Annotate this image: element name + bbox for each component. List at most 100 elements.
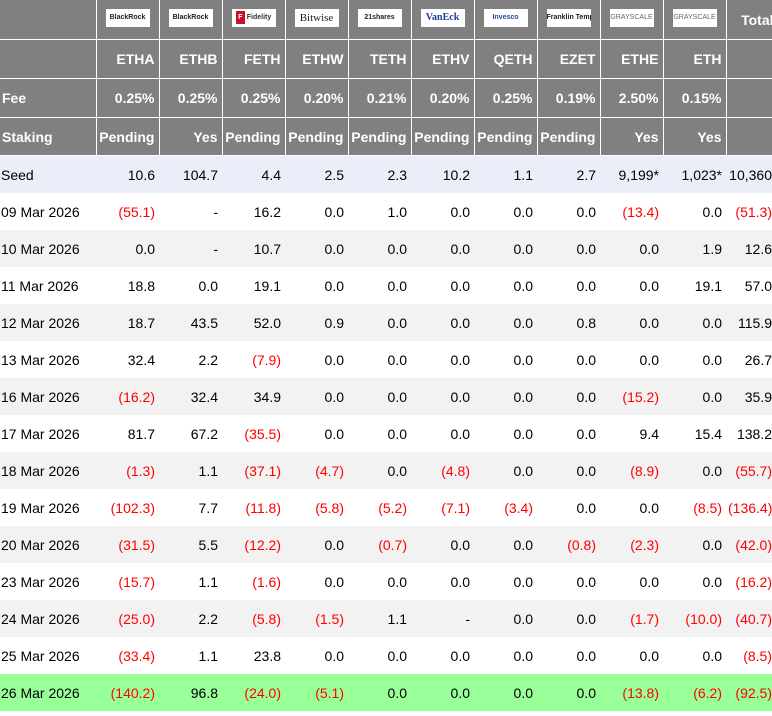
- flow-cell: 19.1: [222, 267, 285, 304]
- table-row: 16 Mar 2026 (16.2) 32.4 34.9 0.0 0.0 0.0 0.0 0.0…: [0, 378, 772, 415]
- flow-cell: 19.1: [663, 267, 726, 304]
- flow-cell: 0.0: [600, 563, 663, 600]
- flow-cell: 15.4: [663, 415, 726, 452]
- row-label: 24 Mar 2026: [0, 600, 96, 637]
- flow-cell: (55.1): [96, 193, 159, 230]
- flow-cell: (7.9): [222, 341, 285, 378]
- flow-cell: 0.0: [285, 378, 348, 415]
- flow-cell: 0.0: [348, 267, 411, 304]
- fee-value: 0.15%: [662, 78, 727, 118]
- flow-cell: (0.8): [537, 526, 600, 563]
- fee-value: 0.21%: [347, 78, 412, 118]
- flow-cell: 0.0: [474, 600, 537, 637]
- ticker-row: ETHA ETHB FETH ETHW TETH ETHV QETH EZET ETHE ETH: [0, 39, 772, 79]
- flow-cell: 0.0: [474, 415, 537, 452]
- flow-cell: 2.3: [348, 155, 411, 193]
- ticker-header: ETHV: [410, 39, 475, 79]
- flow-cell: (24.0): [222, 674, 285, 711]
- issuer-logo: VanEck: [420, 9, 465, 27]
- flow-cell: (31.5): [96, 526, 159, 563]
- flow-cell: 0.0: [537, 637, 600, 674]
- flow-cell: 2.2: [159, 341, 222, 378]
- flow-cell: 0.0: [474, 267, 537, 304]
- issuer-logo: F Fidelity: [231, 9, 276, 27]
- fee-label: Fee: [0, 78, 97, 118]
- flow-cell: 0.0: [663, 563, 726, 600]
- issuer-logo: Bitwise: [294, 9, 339, 27]
- ticker-header: TETH: [347, 39, 412, 79]
- total-cell: 26.7: [726, 341, 772, 378]
- flow-cell: 0.0: [537, 193, 600, 230]
- flow-cell: (7.1): [411, 489, 474, 526]
- staking-value: Pending: [473, 117, 538, 156]
- table-row: 12 Mar 2026 18.7 43.5 52.0 0.9 0.0 0.0 0.0 0.8 0.…: [0, 304, 772, 341]
- fee-row: Fee 0.25% 0.25% 0.25% 0.20% 0.21% 0.20% 0.25% 0…: [0, 78, 772, 118]
- flow-cell: 18.8: [96, 267, 159, 304]
- issuer-logo: 21shares: [357, 9, 402, 27]
- flow-cell: 9,199*: [600, 155, 663, 193]
- flow-cell: 0.0: [285, 637, 348, 674]
- issuer-logo-cell: VanEck: [410, 0, 475, 40]
- row-label: 17 Mar 2026: [0, 415, 96, 452]
- table-row: 26 Mar 2026 (140.2) 96.8 (24.0) (5.1) 0.0 0.0 0…: [0, 674, 772, 711]
- flow-cell: 0.0: [537, 378, 600, 415]
- flow-cell: 1.1: [474, 155, 537, 193]
- ticker-header: ETH: [662, 39, 727, 79]
- flow-cell: 0.0: [537, 489, 600, 526]
- flow-cell: 1.1: [348, 600, 411, 637]
- flow-cell: 0.0: [663, 378, 726, 415]
- flow-cell: (15.7): [96, 563, 159, 600]
- flow-cell: (13.8): [600, 674, 663, 711]
- total-cell: (92.5): [726, 674, 772, 711]
- issuer-logo-cell: 21shares: [347, 0, 412, 40]
- fee-value: 0.25%: [95, 78, 160, 118]
- flow-cell: 0.0: [537, 341, 600, 378]
- flow-cell: 0.0: [474, 193, 537, 230]
- staking-value: Pending: [221, 117, 286, 156]
- flow-cell: 0.0: [285, 193, 348, 230]
- flow-cell: (15.2): [600, 378, 663, 415]
- issuer-logo-cell: F Fidelity: [221, 0, 286, 40]
- staking-value: Pending: [347, 117, 412, 156]
- flow-cell: 96.8: [159, 674, 222, 711]
- corner-cell: [0, 0, 97, 40]
- flow-cell: 0.0: [663, 637, 726, 674]
- staking-value: Yes: [158, 117, 223, 156]
- flow-cell: 0.0: [600, 489, 663, 526]
- flow-cell: (25.0): [96, 600, 159, 637]
- fee-value: 0.25%: [158, 78, 223, 118]
- staking-label: Staking: [0, 117, 97, 156]
- issuer-logo-cell: Bitwise: [284, 0, 349, 40]
- flow-cell: (11.8): [222, 489, 285, 526]
- flow-cell: 0.0: [348, 563, 411, 600]
- flow-cell: 1,023*: [663, 155, 726, 193]
- issuer-logo-cell: GRAYSCALE: [599, 0, 664, 40]
- table-row: 13 Mar 2026 32.4 2.2 (7.9) 0.0 0.0 0.0 0.0 0.0 0.…: [0, 341, 772, 378]
- row-label: 11 Mar 2026: [0, 267, 96, 304]
- flow-cell: -: [159, 230, 222, 267]
- flow-cell: 0.0: [537, 415, 600, 452]
- table-row: 19 Mar 2026 (102.3) 7.7 (11.8) (5.8) (5.2) (7.…: [0, 489, 772, 526]
- ticker-header: ETHA: [95, 39, 160, 79]
- issuer-logo-text: Bitwise: [299, 12, 334, 24]
- flow-cell: 67.2: [159, 415, 222, 452]
- issuer-logo-text: GRAYSCALE: [610, 14, 653, 21]
- fee-value: 2.50%: [599, 78, 664, 118]
- flow-cell: 0.0: [537, 452, 600, 489]
- flow-cell: (12.2): [222, 526, 285, 563]
- row-label: 09 Mar 2026: [0, 193, 96, 230]
- flow-cell: 0.0: [411, 526, 474, 563]
- flow-cell: 2.5: [285, 155, 348, 193]
- flow-cell: 0.0: [537, 674, 600, 711]
- flow-cell: (5.8): [222, 600, 285, 637]
- flow-cell: 2.7: [537, 155, 600, 193]
- flow-cell: 0.0: [600, 267, 663, 304]
- flow-cell: 1.9: [663, 230, 726, 267]
- flow-cell: 0.9: [285, 304, 348, 341]
- total-cell: (16.2): [726, 563, 772, 600]
- eth-etf-flows-table: BlackRock BlackRock F Fidelity Bitwise 21shar…: [0, 0, 772, 711]
- flow-cell: 1.0: [348, 193, 411, 230]
- table-row: 18 Mar 2026 (1.3) 1.1 (37.1) (4.7) 0.0 (4.8) 0.…: [0, 452, 772, 489]
- flow-cell: 0.0: [348, 452, 411, 489]
- fidelity-mark-icon: F: [235, 10, 245, 24]
